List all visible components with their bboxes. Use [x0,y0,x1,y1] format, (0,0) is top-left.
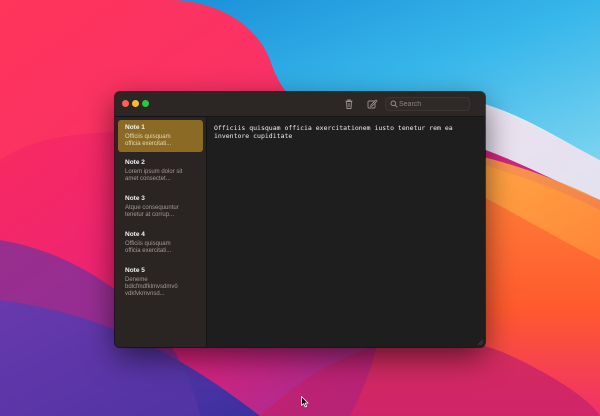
search-input[interactable] [399,98,467,110]
minimize-window-button[interactable] [132,100,139,107]
search-box[interactable] [385,97,470,111]
note-title: Note 3 [125,195,145,202]
note-title: Note 1 [125,124,145,131]
note-preview: Officiis quisquam officia exercitati... [125,134,172,147]
note-preview: Lorem ipsum dolor sit amet consectet... [125,169,183,182]
mouse-pointer-icon [301,396,309,408]
title-bar [115,92,485,117]
notes-app-window: Note 1 Officiis quisquam officia exercit… [115,92,485,347]
note-preview: Atque consequuntur tenetur at corrup... [125,205,179,218]
trash-icon[interactable] [343,98,355,110]
note-list-item-1[interactable]: Note 1 Officiis quisquam officia exercit… [118,120,203,152]
note-title: Note 2 [125,159,145,166]
note-list-item-3[interactable]: Note 3 Atque consequuntur tenetur at cor… [118,191,203,223]
maximize-window-button[interactable] [142,100,149,107]
note-list-item-2[interactable]: Note 2 Lorem ipsum dolor sit amet consec… [118,155,203,187]
note-preview: Deneme bdlcfmdfklmvsdmvö vdkfvkmvnsd... [125,277,178,297]
note-preview: Officiis quisquam officia exercitati... [125,241,172,254]
note-title: Note 5 [125,267,145,274]
editor-text[interactable]: Officiis quisquam officia exercitationem… [214,124,476,140]
resize-grip-icon[interactable] [477,339,483,345]
desktop: Note 1 Officiis quisquam officia exercit… [0,0,600,416]
note-list-item-4[interactable]: Note 4 Officiis quisquam officia exercit… [118,227,203,259]
search-icon [390,100,398,108]
compose-icon[interactable] [366,98,378,110]
note-editor[interactable]: Officiis quisquam officia exercitationem… [207,117,485,347]
note-title: Note 4 [125,231,145,238]
notes-sidebar: Note 1 Officiis quisquam officia exercit… [115,117,207,347]
close-window-button[interactable] [122,100,129,107]
note-list-item-5[interactable]: Note 5 Deneme bdlcfmdfklmvsdmvö vdkfvkmv… [118,263,203,297]
